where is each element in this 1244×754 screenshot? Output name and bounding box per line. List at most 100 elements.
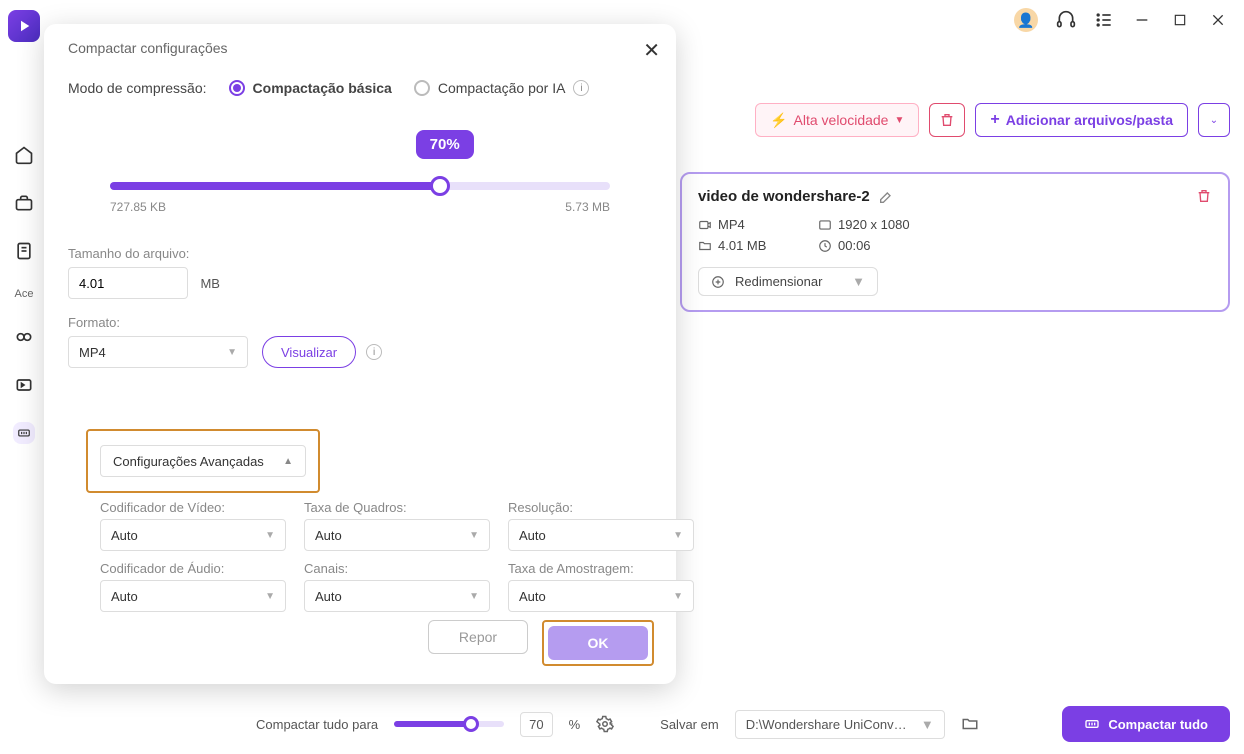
chevron-down-icon: ▼ [894,115,904,126]
framerate-label: Taxa de Quadros: [304,500,490,515]
folder-icon [698,239,712,253]
info-icon[interactable]: i [366,344,382,360]
save-to-label: Salvar em [660,717,719,732]
sidebar-section-label: Ace [15,288,34,300]
file-size: 4.01 MB [718,238,766,253]
framerate-select[interactable]: Auto▼ [304,519,490,551]
ok-button-highlight: OK [542,620,654,666]
audio-encoder-select[interactable]: Auto▼ [100,580,286,612]
info-icon[interactable]: i [573,80,589,96]
chevron-up-icon: ▲ [283,456,293,467]
app-logo [8,10,40,42]
slider-max-label: 5.73 MB [565,200,610,214]
delete-file-button[interactable] [1196,188,1212,204]
compress-settings-modal: Compactar configurações ✕ Modo de compre… [44,24,676,684]
close-icon[interactable] [1208,10,1228,30]
title-bar: 👤 [998,0,1244,40]
file-name: video de wondershare-2 [698,188,870,205]
compress-all-to-label: Compactar tudo para [256,717,378,732]
chevron-down-icon: ▼ [673,591,683,602]
file-format: MP4 [718,217,745,232]
file-duration: 00:06 [838,238,871,253]
home-icon[interactable] [13,144,35,166]
edit-icon[interactable] [878,189,894,205]
toolbox-icon[interactable] [13,192,35,214]
chevron-down-icon: ▼ [852,274,865,289]
resolution-icon [818,218,832,232]
trash-icon [939,112,955,128]
file-card: video de wondershare-2 MP4 1920 x 1080 4… [680,172,1230,312]
compression-slider-section: 70% 727.85 KB 5.73 MB [68,136,652,226]
resize-dropdown[interactable]: Redimensionar ▼ [698,267,878,296]
add-files-label: Adicionar arquivos/pasta [1006,112,1173,128]
advanced-settings-grid: Codificador de Vídeo: Auto▼ Taxa de Quad… [100,500,638,612]
compression-mode-label: Modo de compressão: [68,80,207,96]
add-files-button[interactable]: + Adicionar arquivos/pasta [975,103,1188,137]
maximize-icon[interactable] [1170,10,1190,30]
advanced-settings-toggle[interactable]: Configurações Avançadas ▲ [100,445,306,477]
mode-ai-label: Compactação por IA [438,80,566,96]
percent-symbol: % [569,717,581,732]
plus-icon: + [990,111,999,129]
sidebar: Ace [0,0,48,754]
save-path-select[interactable]: D:\Wondershare UniConverter 1 ▼ [735,710,945,739]
settings-gear-icon[interactable] [596,715,614,733]
advanced-settings-highlight: Configurações Avançadas ▲ [86,429,320,493]
chevron-down-icon: ▼ [265,530,275,541]
high-speed-button[interactable]: ⚡ Alta velocidade ▼ [755,103,919,137]
slider-handle[interactable] [430,176,450,196]
compress-icon [1084,716,1100,732]
channels-select[interactable]: Auto▼ [304,580,490,612]
format-value: MP4 [79,345,106,360]
modal-close-button[interactable]: ✕ [643,38,660,63]
slider-track[interactable] [110,182,610,190]
compress-all-button[interactable]: Compactar tudo [1062,706,1230,742]
bottom-percent-value[interactable]: 70 [520,712,552,737]
support-icon[interactable] [1056,10,1076,30]
radio-ai[interactable] [414,80,430,96]
chevron-down-icon: ▼ [265,591,275,602]
document-icon[interactable] [13,240,35,262]
resolution-label: Resolução: [508,500,694,515]
radio-basic[interactable] [229,80,245,96]
bottom-slider[interactable] [394,721,504,727]
format-select[interactable]: MP4 ▼ [68,336,248,368]
open-folder-icon[interactable] [961,715,979,733]
filesize-input[interactable] [68,267,188,299]
bottom-bar: Compactar tudo para 70 % Salvar em D:\Wo… [256,706,1230,742]
mode-basic-label: Compactação básica [253,80,392,96]
chevron-down-icon: ▼ [469,591,479,602]
slider-min-label: 727.85 KB [110,200,166,214]
reset-button[interactable]: Repor [428,620,528,654]
compress-all-label: Compactar tudo [1108,717,1208,732]
add-files-dropdown[interactable]: ⌄ [1198,103,1230,137]
ai-tool-icon[interactable] [13,326,35,348]
clear-all-button[interactable] [929,103,965,137]
preview-button[interactable]: Visualizar [262,336,356,368]
filesize-unit: MB [200,276,220,291]
clock-icon [818,239,832,253]
audio-encoder-label: Codificador de Áudio: [100,561,286,576]
resolution-select[interactable]: Auto▼ [508,519,694,551]
compress-icon[interactable] [13,422,35,444]
bottom-slider-handle[interactable] [463,716,479,732]
save-path-value: D:\Wondershare UniConverter 1 [746,717,913,732]
video-encoder-select[interactable]: Auto▼ [100,519,286,551]
convert-icon[interactable] [13,374,35,396]
menu-list-icon[interactable] [1094,10,1114,30]
samplerate-select[interactable]: Auto▼ [508,580,694,612]
ok-button[interactable]: OK [548,626,648,660]
channels-label: Canais: [304,561,490,576]
chevron-down-icon: ▼ [921,717,934,732]
toolbar: ⚡ Alta velocidade ▼ + Adicionar arquivos… [755,103,1230,137]
resize-icon [711,275,725,289]
high-speed-label: Alta velocidade [794,112,889,128]
advanced-settings-label: Configurações Avançadas [113,454,264,469]
chevron-down-icon: ▼ [227,347,237,358]
minimize-icon[interactable] [1132,10,1152,30]
filesize-label: Tamanho do arquivo: [68,246,652,261]
format-label: Formato: [68,315,652,330]
avatar-icon[interactable]: 👤 [1014,8,1038,32]
slider-value-bubble: 70% [416,130,474,159]
modal-title: Compactar configurações [68,40,652,56]
